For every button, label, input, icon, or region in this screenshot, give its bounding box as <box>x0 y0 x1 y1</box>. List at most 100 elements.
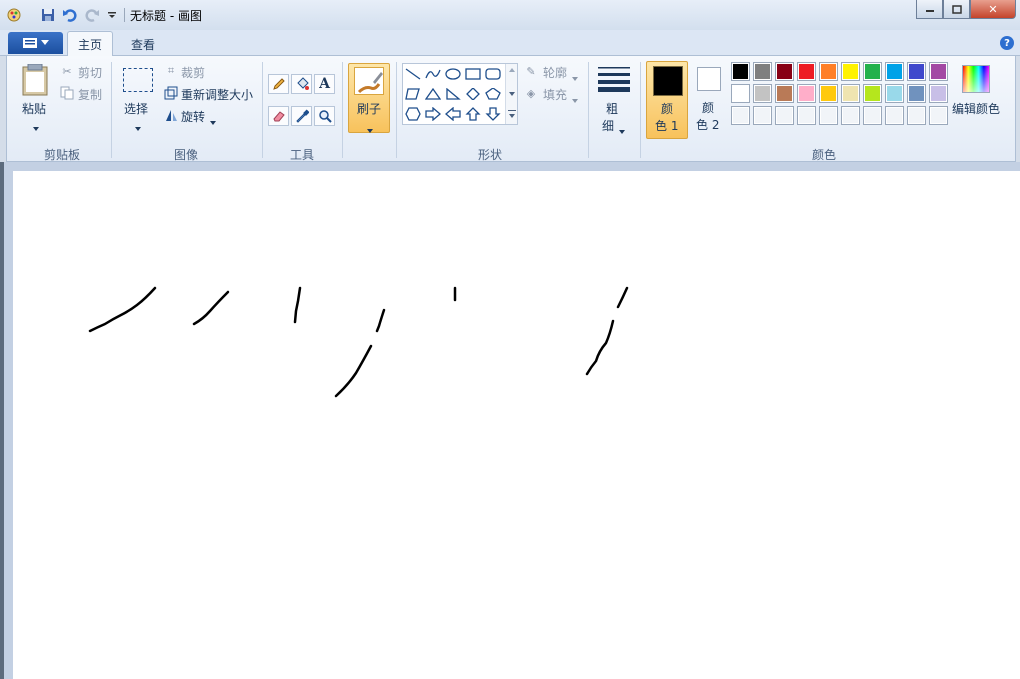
palette-swatch[interactable] <box>929 84 948 103</box>
palette-swatch[interactable] <box>863 84 882 103</box>
magnifier-tool[interactable] <box>314 106 335 126</box>
pentagon-shape-icon[interactable] <box>484 86 502 102</box>
resize-button[interactable]: 重新调整大小 <box>181 86 253 103</box>
palette-swatch[interactable] <box>797 84 816 103</box>
swatch-color-fill <box>843 86 858 101</box>
palette-swatch[interactable] <box>863 62 882 81</box>
outline-button[interactable]: 轮廓 <box>543 64 567 81</box>
color1-label-line1: 颜 <box>661 102 674 116</box>
brush-stroke <box>616 286 629 309</box>
paste-button[interactable]: 粘贴 <box>14 62 56 132</box>
rounded-rectangle-shape-icon[interactable] <box>484 66 502 82</box>
minimize-button[interactable] <box>916 0 943 19</box>
swatch-color-fill <box>865 108 880 123</box>
palette-swatch-empty[interactable] <box>797 106 816 125</box>
palette-swatch[interactable] <box>753 84 772 103</box>
edit-colors-button[interactable]: 编辑颜色 <box>952 62 1006 134</box>
select-button[interactable]: 选择 <box>118 62 158 132</box>
right-arrow-shape-icon[interactable] <box>424 106 442 122</box>
palette-swatch-empty[interactable] <box>863 106 882 125</box>
crop-button[interactable]: 裁剪 <box>181 64 205 81</box>
swatch-color-fill <box>887 64 902 79</box>
palette-swatch[interactable] <box>885 62 904 81</box>
pencil-tool[interactable] <box>268 74 289 94</box>
shapes-scrollbar[interactable] <box>505 64 517 124</box>
left-arrow-shape-icon[interactable] <box>444 106 462 122</box>
tab-view[interactable]: 查看 <box>121 31 165 57</box>
polygon-shape-icon[interactable] <box>404 86 422 102</box>
group-label-shapes: 形状 <box>477 148 502 162</box>
customize-qat-icon[interactable] <box>104 7 120 23</box>
palette-swatch-empty[interactable] <box>841 106 860 125</box>
palette-swatch[interactable] <box>841 62 860 81</box>
color2-button[interactable]: 颜 色 2 <box>692 61 726 139</box>
palette-swatch[interactable] <box>775 62 794 81</box>
palette-swatch-empty[interactable] <box>731 106 750 125</box>
tab-home[interactable]: 主页 <box>67 31 113 57</box>
palette-swatch[interactable] <box>819 84 838 103</box>
palette-swatch-empty[interactable] <box>929 106 948 125</box>
line-shape-icon[interactable] <box>404 66 422 82</box>
help-icon[interactable]: ? <box>1000 36 1014 50</box>
brush-stroke <box>293 286 302 324</box>
color-picker-tool[interactable] <box>291 106 312 126</box>
paint-menu-button[interactable] <box>8 32 63 54</box>
palette-swatch[interactable] <box>797 62 816 81</box>
cut-button[interactable]: 剪切 <box>78 64 102 81</box>
pencil-icon <box>272 78 285 90</box>
swatch-color-fill <box>777 108 792 123</box>
diamond-shape-icon[interactable] <box>464 86 482 102</box>
palette-swatch-empty[interactable] <box>819 106 838 125</box>
chevron-down-icon <box>210 114 216 128</box>
curve-shape-icon[interactable] <box>424 66 442 82</box>
palette-swatch[interactable] <box>819 62 838 81</box>
palette-swatch[interactable] <box>841 84 860 103</box>
canvas-drawing <box>88 286 629 398</box>
text-tool[interactable]: A <box>314 74 335 94</box>
color1-button[interactable]: 颜 色 1 <box>646 61 688 139</box>
up-arrow-shape-icon[interactable] <box>464 106 482 122</box>
palette-swatch[interactable] <box>907 84 926 103</box>
color2-swatch <box>697 67 721 91</box>
group-label-tools: 工具 <box>289 148 314 162</box>
palette-swatch[interactable] <box>907 62 926 81</box>
maximize-button[interactable] <box>943 0 970 19</box>
paint-app-icon[interactable] <box>6 7 22 23</box>
eraser-tool[interactable] <box>268 106 289 126</box>
hexagon-shape-icon[interactable] <box>404 106 422 122</box>
swatch-color-fill <box>733 108 748 123</box>
palette-swatch[interactable] <box>885 84 904 103</box>
palette-swatch[interactable] <box>775 84 794 103</box>
palette-swatch-empty[interactable] <box>907 106 926 125</box>
rotate-button[interactable]: 旋转 <box>181 108 205 125</box>
chevron-down-icon <box>572 70 578 84</box>
rectangle-shape-icon[interactable] <box>464 66 482 82</box>
triangle-shape-icon[interactable] <box>424 86 442 102</box>
save-icon[interactable] <box>40 7 56 23</box>
drawing-canvas[interactable] <box>13 171 1020 679</box>
palette-swatch[interactable] <box>731 62 750 81</box>
palette-swatch-empty[interactable] <box>753 106 772 125</box>
brushes-button[interactable]: 刷子 <box>348 63 390 133</box>
fill-button[interactable]: 填充 <box>543 86 567 103</box>
palette-swatch[interactable] <box>731 84 750 103</box>
right-triangle-shape-icon[interactable] <box>444 86 462 102</box>
palette-swatch[interactable] <box>929 62 948 81</box>
chevron-down-icon <box>367 122 373 136</box>
redo-icon[interactable] <box>84 7 100 23</box>
palette-swatch-empty[interactable] <box>775 106 794 125</box>
size-button[interactable]: 粗 细 <box>594 62 634 134</box>
close-button[interactable]: ✕ <box>970 0 1016 19</box>
undo-icon[interactable] <box>62 7 78 23</box>
swatch-color-fill <box>931 64 946 79</box>
chevron-down-icon <box>135 120 141 134</box>
oval-shape-icon[interactable] <box>444 66 462 82</box>
group-divider <box>342 62 343 158</box>
palette-swatch[interactable] <box>753 62 772 81</box>
fill-tool[interactable] <box>291 74 312 94</box>
down-arrow-shape-icon[interactable] <box>484 106 502 122</box>
group-label-colors: 颜色 <box>811 148 836 162</box>
palette-swatch-empty[interactable] <box>885 106 904 125</box>
color-spectrum-icon <box>962 65 990 93</box>
copy-button[interactable]: 复制 <box>78 86 102 103</box>
